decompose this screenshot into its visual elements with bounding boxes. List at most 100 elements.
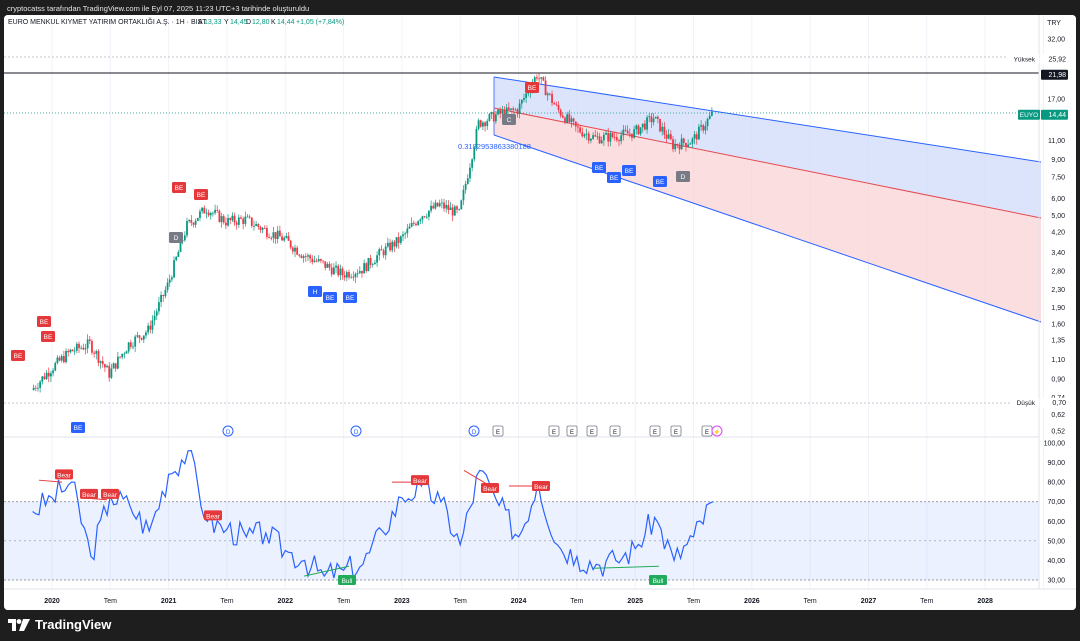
signal-marker[interactable]: BE <box>343 292 357 303</box>
event-marker[interactable]: E <box>670 425 682 437</box>
signal-marker[interactable]: BE <box>194 189 208 200</box>
low-tag: Düşük 0,70 <box>1010 397 1068 408</box>
price-tick: 1,10 <box>1051 357 1065 364</box>
signal-marker[interactable]: BE <box>71 422 85 433</box>
time-tick: 2025 <box>627 598 643 605</box>
bear-signal[interactable]: Bear <box>204 510 222 521</box>
svg-text:Bear: Bear <box>103 492 118 499</box>
event-marker[interactable]: E <box>566 425 578 437</box>
svg-text:Bull: Bull <box>653 578 664 585</box>
signal-marker[interactable]: C <box>502 114 516 125</box>
svg-text:D: D <box>681 174 686 181</box>
event-marker[interactable]: E <box>649 425 661 437</box>
svg-text:BE: BE <box>656 179 665 186</box>
signal-marker[interactable]: H <box>308 286 322 297</box>
svg-text:C: C <box>507 117 512 124</box>
time-tick: Tem <box>220 598 233 605</box>
svg-text:BE: BE <box>175 185 184 192</box>
legend-symbol: EURO MENKUL KIYMET YATIRIM ORTAKLIĞI A.Ş… <box>8 17 207 26</box>
bear-signal[interactable]: Bear <box>411 475 429 486</box>
svg-text:H: H <box>313 289 318 296</box>
svg-text:E: E <box>496 430 500 436</box>
bull-signal[interactable]: Bull <box>649 575 667 585</box>
time-tick: 2023 <box>394 598 410 605</box>
svg-text:BE: BE <box>346 295 355 302</box>
price-tick: 11,00 <box>1048 138 1065 145</box>
rsi-tick: 30,00 <box>1047 578 1065 585</box>
signal-marker[interactable]: BE <box>607 172 621 183</box>
svg-text:EUYO: EUYO <box>1020 112 1038 119</box>
svg-text:D: D <box>354 430 359 436</box>
signal-marker[interactable]: BE <box>41 331 55 342</box>
time-tick: 2027 <box>861 598 877 605</box>
event-marker[interactable]: E <box>548 425 560 437</box>
signal-marker[interactable]: BE <box>622 165 636 176</box>
event-marker[interactable]: E <box>609 425 621 437</box>
tradingview-logo[interactable]: TradingView <box>8 617 111 632</box>
event-marker[interactable]: E <box>586 425 598 437</box>
legend[interactable]: EURO MENKUL KIYMET YATIRIM ORTAKLIĞI A.Ş… <box>8 17 344 26</box>
svg-text:Yüksek: Yüksek <box>1014 57 1036 64</box>
candle <box>654 116 657 119</box>
signal-marker[interactable]: BE <box>11 350 25 361</box>
legend-high-label: Y <box>224 19 229 26</box>
legend-low: 12,80 <box>252 19 270 26</box>
legend-open: 13,33 <box>204 19 222 26</box>
svg-text:0,70: 0,70 <box>1052 400 1066 407</box>
candle <box>453 204 456 216</box>
legend-high: 14,45 <box>230 19 248 26</box>
bear-signal[interactable]: Bear <box>532 481 550 492</box>
svg-text:BE: BE <box>610 175 619 182</box>
time-tick: 2028 <box>977 598 993 605</box>
bear-signal[interactable]: Bear <box>55 469 73 480</box>
candle <box>460 199 463 210</box>
svg-text:Düşük: Düşük <box>1017 400 1036 407</box>
event-marker[interactable]: D <box>350 425 362 437</box>
rsi-tick: 70,00 <box>1047 499 1065 506</box>
candle <box>218 209 221 223</box>
signal-marker[interactable]: D <box>169 232 183 243</box>
svg-text:Bear: Bear <box>82 492 97 499</box>
bull-signal[interactable]: Bull <box>338 575 356 585</box>
bear-signal[interactable]: Bear <box>481 483 499 494</box>
svg-text:Bear: Bear <box>534 484 549 491</box>
signal-marker[interactable]: BE <box>323 292 337 303</box>
price-tick: 1,90 <box>1051 305 1065 312</box>
event-marker[interactable]: ⚡ <box>711 425 723 437</box>
price-tick: 7,50 <box>1051 175 1065 182</box>
time-tick: Tem <box>104 598 117 605</box>
event-marker[interactable]: E <box>701 425 713 437</box>
bear-signal[interactable]: Bear <box>80 488 98 499</box>
signal-marker[interactable]: BE <box>172 182 186 193</box>
signal-marker[interactable]: BE <box>37 316 51 327</box>
event-marker[interactable]: D <box>468 425 480 437</box>
event-marker[interactable]: D <box>222 425 234 437</box>
event-marker[interactable]: E <box>492 425 504 437</box>
signal-marker[interactable]: BE <box>653 176 667 187</box>
price-chart[interactable]: 0.3182953863380188 BE BE BE BE BE BE D H BE BE C BE… <box>4 15 1076 610</box>
tradingview-logo-icon <box>8 618 30 631</box>
rsi-tick: 60,00 <box>1047 519 1065 526</box>
svg-text:21,98: 21,98 <box>1048 72 1066 79</box>
signal-marker[interactable]: BE <box>592 162 606 173</box>
candle <box>196 217 199 222</box>
candle <box>659 118 661 133</box>
price-tick: 1,60 <box>1051 322 1065 329</box>
svg-text:Bear: Bear <box>483 486 498 493</box>
svg-text:BE: BE <box>40 319 49 326</box>
time-tick: 2020 <box>44 598 60 605</box>
bear-signal[interactable]: Bear <box>101 488 119 499</box>
price-tick: 4,20 <box>1051 230 1065 237</box>
price-tick: 17,00 <box>1047 97 1065 104</box>
svg-text:BE: BE <box>528 85 537 92</box>
signal-marker[interactable]: D <box>676 171 690 182</box>
candle <box>367 257 370 272</box>
svg-text:D: D <box>174 235 179 242</box>
svg-text:Bull: Bull <box>342 578 353 585</box>
candle <box>91 339 93 355</box>
signal-marker[interactable]: BE <box>525 82 539 93</box>
price-tick: 2,80 <box>1051 268 1065 275</box>
rsi-tick: 100,00 <box>1044 441 1066 448</box>
svg-text:E: E <box>674 430 678 436</box>
svg-text:25,92: 25,92 <box>1048 57 1066 64</box>
